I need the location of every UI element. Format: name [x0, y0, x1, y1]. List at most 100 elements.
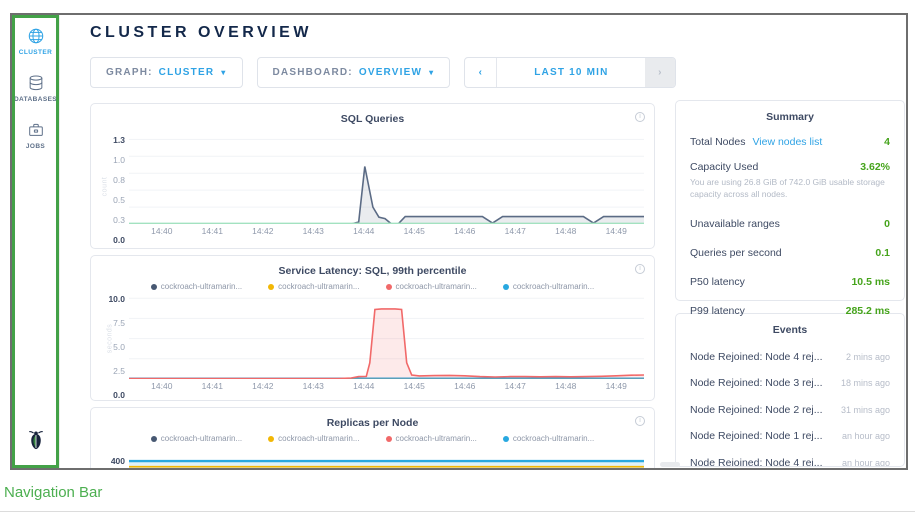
- sidebar-item-databases[interactable]: DATABASES: [14, 74, 57, 103]
- summary-row: Total NodesView nodes list4: [690, 136, 890, 148]
- charts-column: SQL Queries i count 1.31.00.80.50.30.0 1…: [90, 103, 655, 470]
- summary-title: Summary: [676, 101, 904, 123]
- controls-bar: GRAPH: CLUSTER ▾ DASHBOARD: OVERVIEW ▾ ‹…: [90, 57, 676, 88]
- event-row[interactable]: Node Rejoined: Node 1 rej...an hour ago: [690, 430, 890, 442]
- sidebar-item-label: DATABASES: [14, 96, 57, 103]
- view-nodes-link[interactable]: View nodes list: [752, 136, 822, 148]
- chart-title: Service Latency: SQL, 99th percentile: [91, 256, 654, 277]
- graph-dropdown-value: CLUSTER: [159, 67, 215, 78]
- x-axis-labels: 14:4014:4114:4214:4314:4414:4514:4614:47…: [129, 226, 644, 240]
- legend-item: cockroach-ultramarin...: [386, 433, 477, 444]
- latency-plot: [129, 295, 644, 379]
- legend-label: cockroach-ultramarin...: [513, 282, 594, 291]
- y-tick-label: 2.5: [113, 366, 125, 376]
- chevron-down-icon: ▾: [429, 68, 434, 77]
- x-tick-label: 14:49: [606, 226, 627, 236]
- summary-row: P50 latency 10.5 ms: [690, 276, 890, 288]
- summary-row: Capacity Used3.62%You are using 26.8 GiB…: [690, 161, 890, 201]
- time-next-button-disabled: ›: [645, 58, 675, 87]
- x-tick-label: 14:47: [505, 226, 526, 236]
- legend-dot-icon: [503, 436, 509, 442]
- graph-dropdown-label: GRAPH:: [106, 67, 153, 78]
- event-row[interactable]: Node Rejoined: Node 2 rej...31 mins ago: [690, 404, 890, 416]
- x-tick-label: 14:48: [555, 226, 576, 236]
- legend-dot-icon: [503, 284, 509, 290]
- y-axis-labels: 10.07.55.02.50.0: [93, 295, 125, 395]
- chevron-down-icon: ▾: [221, 68, 226, 77]
- right-panel: Summary Total NodesView nodes list4 Capac…: [675, 100, 905, 467]
- x-tick-label: 14:49: [606, 381, 627, 391]
- sidebar-item-cluster[interactable]: CLUSTER: [14, 27, 57, 56]
- info-icon[interactable]: i: [635, 416, 645, 426]
- y-tick-label: 5.0: [113, 342, 125, 352]
- summary-row-main: Total NodesView nodes list4: [690, 136, 890, 148]
- event-time: 31 mins ago: [833, 405, 890, 415]
- event-row[interactable]: Node Rejoined: Node 3 rej...18 mins ago: [690, 377, 890, 389]
- event-time: an hour ago: [834, 458, 890, 468]
- navigation-sidebar: CLUSTER DATABASES JOBS: [12, 15, 60, 468]
- summary-subtext: You are using 26.8 GiB of 742.0 GiB usab…: [690, 176, 890, 201]
- y-tick-label: 0.3: [113, 215, 125, 225]
- x-tick-label: 14:45: [404, 226, 425, 236]
- legend-label: cockroach-ultramarin...: [161, 282, 242, 291]
- y-tick-label: 0.5: [113, 195, 125, 205]
- sidebar-item-jobs[interactable]: JOBS: [14, 121, 57, 150]
- x-tick-label: 14:43: [303, 381, 324, 391]
- legend-dot-icon: [151, 436, 157, 442]
- summary-label: Capacity Used: [690, 161, 758, 173]
- event-row[interactable]: Node Rejoined: Node 4 rej...2 mins ago: [690, 351, 890, 363]
- x-tick-label: 14:46: [454, 226, 475, 236]
- legend-dot-icon: [386, 436, 392, 442]
- time-prev-button[interactable]: ‹: [465, 58, 497, 87]
- y-axis-labels: 400: [93, 447, 125, 470]
- summary-value: 0: [884, 218, 890, 230]
- event-row[interactable]: Node Rejoined: Node 4 rej...an hour ago: [690, 457, 890, 468]
- info-icon[interactable]: i: [635, 112, 645, 122]
- y-tick-label: 0.8: [113, 175, 125, 185]
- dashboard-dropdown[interactable]: DASHBOARD: OVERVIEW ▾: [257, 57, 451, 88]
- x-tick-label: 14:46: [454, 381, 475, 391]
- chart-title: Replicas per Node: [91, 408, 654, 429]
- y-tick-label: 0.0: [113, 235, 125, 245]
- legend-label: cockroach-ultramarin...: [396, 434, 477, 443]
- summary-label: P50 latency: [690, 276, 745, 288]
- cockroachdb-logo-icon[interactable]: [23, 427, 49, 458]
- chart-plot-area: 1.31.00.80.50.30.0 14:4014:4114:4214:431…: [129, 136, 644, 240]
- legend-item: cockroach-ultramarin...: [268, 433, 359, 444]
- legend-item: cockroach-ultramarin...: [151, 281, 242, 292]
- globe-icon: [27, 27, 45, 45]
- summary-value: 0.1: [875, 247, 890, 259]
- summary-label: P99 latency: [690, 305, 745, 317]
- legend-dot-icon: [386, 284, 392, 290]
- chart-legend: cockroach-ultramarin... cockroach-ultrama…: [91, 281, 654, 292]
- dashboard-dropdown-value: OVERVIEW: [359, 67, 422, 78]
- y-tick-label: 1.0: [113, 155, 125, 165]
- briefcase-icon: [27, 121, 45, 139]
- legend-label: cockroach-ultramarin...: [278, 282, 359, 291]
- legend-label: cockroach-ultramarin...: [161, 434, 242, 443]
- sidebar-items: CLUSTER DATABASES JOBS: [14, 27, 57, 168]
- chart-legend: cockroach-ultramarin... cockroach-ultrama…: [91, 433, 654, 444]
- time-range-button[interactable]: LAST 10 MIN: [497, 58, 645, 87]
- main-content: CLUSTER OVERVIEW GRAPH: CLUSTER ▾ DASHBO…: [60, 15, 906, 468]
- chart-title: SQL Queries: [91, 104, 654, 125]
- replicas-chart-card: Replicas per Node i cockroach-ultramarin…: [90, 407, 655, 470]
- event-text: Node Rejoined: Node 1 rej...: [690, 430, 823, 442]
- summary-row-main: Unavailable ranges0: [690, 218, 890, 230]
- x-axis-labels: 14:4014:4114:4214:4314:4414:4514:4614:47…: [129, 381, 644, 395]
- legend-dot-icon: [151, 284, 157, 290]
- graph-dropdown[interactable]: GRAPH: CLUSTER ▾: [90, 57, 243, 88]
- annotation-caption: Navigation Bar: [4, 484, 102, 501]
- chart-plot-area: 400: [129, 447, 644, 470]
- summary-row-main: P50 latency 10.5 ms: [690, 276, 890, 288]
- chart-plot-area: 10.07.55.02.50.0 14:4014:4114:4214:4314:…: [129, 295, 644, 395]
- x-tick-label: 14:42: [252, 226, 273, 236]
- info-icon[interactable]: i: [635, 264, 645, 274]
- scrollbar-thumb[interactable]: [660, 462, 680, 467]
- y-tick-label: 0.0: [113, 390, 125, 400]
- sidebar-item-label: CLUSTER: [19, 49, 53, 56]
- x-tick-label: 14:41: [202, 381, 223, 391]
- y-tick-label: 400: [111, 456, 125, 466]
- time-range-selector: ‹ LAST 10 MIN ›: [464, 57, 676, 88]
- summary-value: 10.5 ms: [851, 276, 890, 288]
